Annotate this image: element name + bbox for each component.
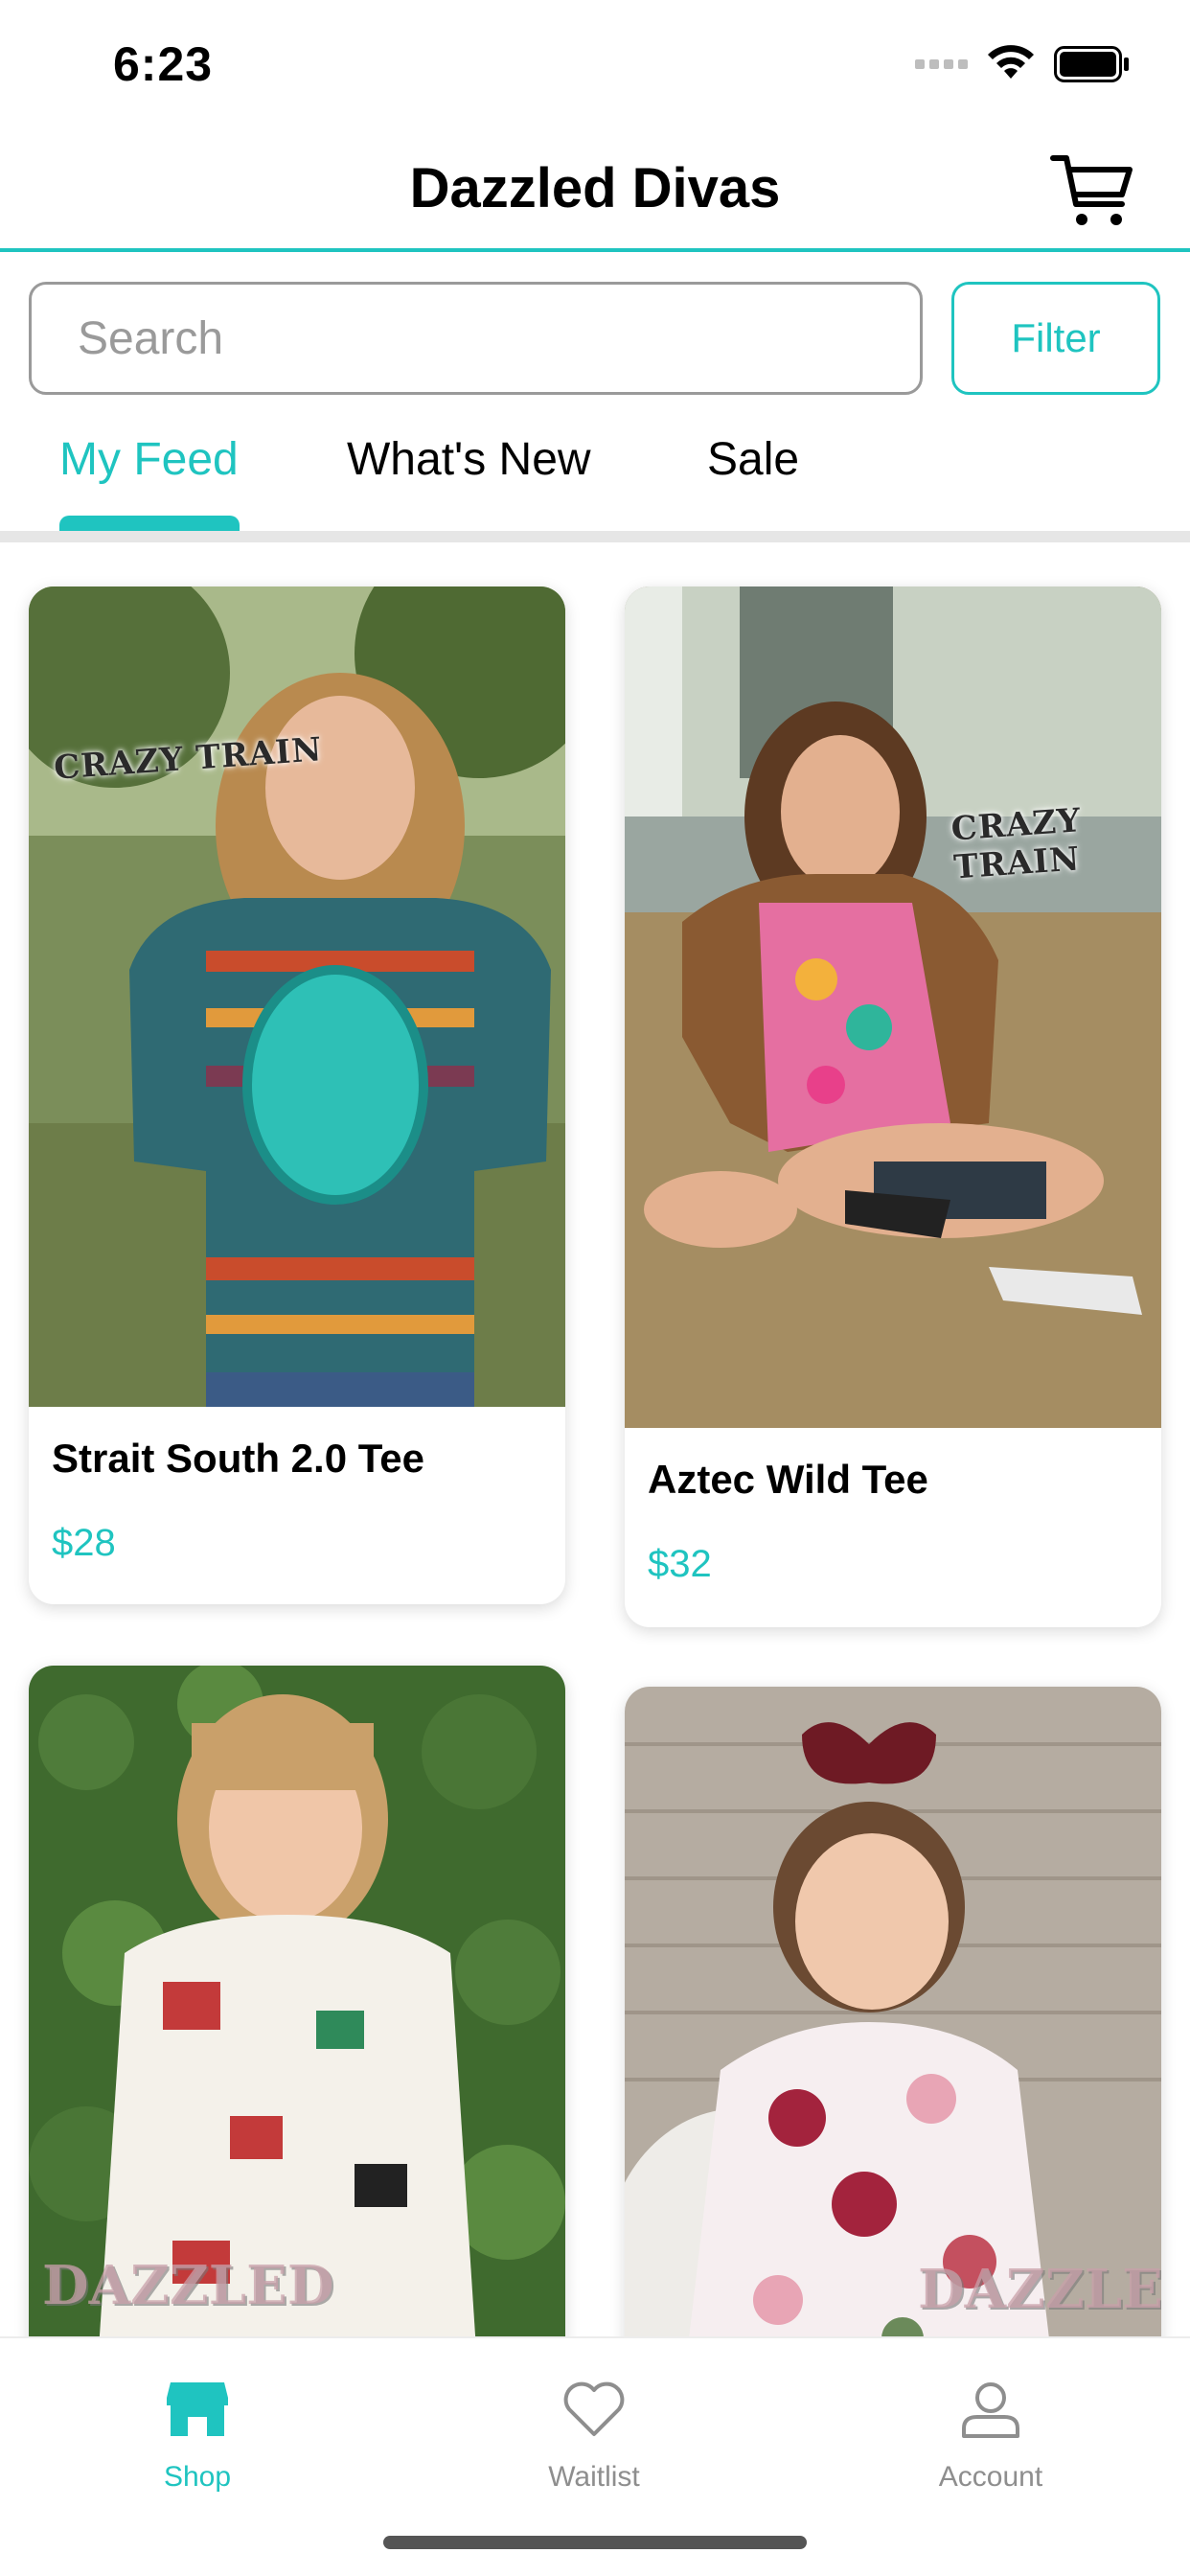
nav-account[interactable]: Account — [895, 2367, 1087, 2511]
brand-watermark: DAZZLED — [918, 2258, 1161, 2321]
nav-waitlist[interactable]: Waitlist — [498, 2367, 690, 2511]
product-card[interactable]: DAZZLED — [625, 1687, 1161, 2396]
account-icon — [962, 2382, 1019, 2438]
product-name: Aztec Wild Tee — [648, 1457, 928, 1502]
nav-shop[interactable]: Shop — [102, 2367, 293, 2511]
product-photo — [29, 586, 565, 1407]
product-card[interactable]: DAZZLED — [29, 1666, 565, 2394]
status-bar: 6:23 — [0, 0, 1190, 129]
product-image[interactable]: DAZZLED — [625, 1687, 1161, 2396]
product-price: $32 — [648, 1543, 712, 1585]
cart-icon[interactable] — [1049, 150, 1135, 229]
page-title: Dazzled Divas — [409, 157, 781, 219]
brand-watermark: DAZZLED — [42, 2254, 334, 2317]
status-time: 6:23 — [113, 37, 214, 91]
app-header: Dazzled Divas — [0, 129, 1190, 252]
product-photo — [625, 586, 1161, 1428]
heart-icon — [563, 2381, 625, 2436]
wifi-icon — [988, 45, 1034, 79]
filter-button[interactable]: Filter — [951, 282, 1160, 395]
app-screen: 6:23 Dazzled Divas Filter — [0, 0, 1190, 2576]
shop-icon — [167, 2382, 228, 2436]
tab-whats-new[interactable]: What's New — [347, 433, 591, 529]
product-name: Strait South 2.0 Tee — [52, 1436, 424, 1481]
product-image[interactable]: CRAZY TRAIN — [625, 586, 1161, 1428]
product-card[interactable]: CRAZY TRAIN Strait South 2.0 Tee $28 — [29, 586, 565, 1604]
home-indicator[interactable] — [383, 2536, 807, 2549]
tabs-divider — [0, 531, 1190, 542]
signal-icon — [915, 59, 968, 69]
tab-my-feed[interactable]: My Feed — [59, 433, 239, 529]
brand-logo: CRAZY TRAIN — [950, 801, 1083, 887]
nav-waitlist-label: Waitlist — [548, 2461, 640, 2493]
nav-account-label: Account — [938, 2461, 1043, 2493]
product-image[interactable]: CRAZY TRAIN — [29, 586, 565, 1407]
product-card[interactable]: CRAZY TRAIN Aztec Wild Tee $32 — [625, 586, 1161, 1627]
battery-icon — [1054, 46, 1129, 82]
product-price: $28 — [52, 1522, 116, 1564]
search-input[interactable] — [32, 285, 920, 392]
search-box[interactable] — [29, 282, 923, 395]
tab-sale[interactable]: Sale — [707, 433, 799, 529]
product-image[interactable]: DAZZLED — [29, 1666, 565, 2394]
nav-shop-label: Shop — [163, 2461, 232, 2493]
